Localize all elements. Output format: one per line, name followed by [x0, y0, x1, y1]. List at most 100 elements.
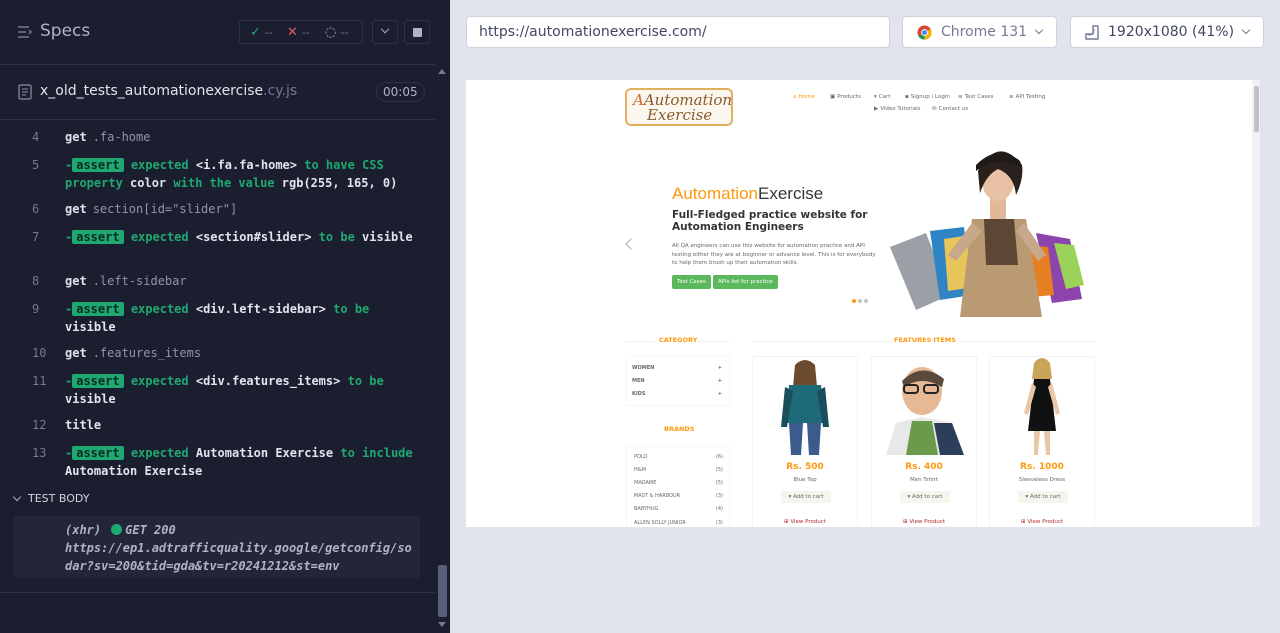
nav-signup-login[interactable]: ▪ Signup / Login — [905, 94, 950, 100]
assert-text: expected — [130, 158, 189, 172]
nav-test-cases[interactable]: ≡ Test Cases — [958, 94, 994, 100]
home-icon: ⌂ — [793, 94, 797, 100]
product-card: Rs. 1000 Sleeveless Dress ▾ Add to cart … — [989, 356, 1095, 527]
assert-value: color — [130, 176, 167, 190]
category-women[interactable]: WOMEN + — [632, 365, 722, 371]
spec-filename[interactable]: x_old_tests_automationexercise.cy.js — [40, 83, 297, 99]
chevron-down-icon — [1241, 25, 1251, 35]
specs-header: Specs ✓ -- ✕ -- ◌ -- — [0, 0, 435, 64]
add-to-cart-button[interactable]: ▾ Add to cart — [1018, 491, 1068, 503]
aut-scroll-thumb[interactable] — [1254, 86, 1259, 132]
aut-scrollbar[interactable] — [1252, 80, 1260, 527]
product-price: Rs. 400 — [905, 462, 943, 472]
ruler-icon — [1085, 25, 1099, 40]
assert-subject: <i.fa.fa-home> — [195, 158, 298, 172]
assert-value: visible — [65, 392, 116, 406]
assert-text: expected — [130, 446, 189, 460]
divider — [752, 341, 890, 342]
viewport-selector[interactable]: 1920x1080 (41%) — [1070, 16, 1264, 48]
browser-selector[interactable]: Chrome 131 — [902, 16, 1057, 48]
product-price: Rs. 1000 — [1020, 462, 1064, 472]
slider-prev-icon[interactable] — [625, 238, 637, 250]
xhr-label: (xhr) — [65, 523, 102, 537]
specs-title[interactable]: Specs — [40, 21, 90, 41]
options-dropdown-button[interactable] — [372, 20, 398, 44]
product-price: Rs. 500 — [786, 462, 824, 472]
aut-iframe[interactable]: AAutomation Exercise ⌂ Home ▣ Products ▾ Ca… — [466, 80, 1260, 527]
slider-indicator-active[interactable] — [852, 299, 856, 303]
xhr-url-cont: dar?sv=200&tid=gda&tv=r20241212&st=env — [65, 559, 340, 573]
nav-api-testing[interactable]: ≡ API Testing — [1009, 94, 1045, 100]
assert-subject: Automation Exercise — [195, 446, 334, 460]
spec-file-ext: .cy.js — [263, 83, 298, 99]
add-to-cart-button[interactable]: ▾ Add to cart — [900, 491, 950, 503]
specs-list-icon[interactable] — [17, 24, 33, 40]
nav-video-tutorials[interactable]: ▶ Video Tutorials — [874, 106, 920, 112]
brand-item[interactable]: H&M (5) — [634, 467, 723, 473]
slider-girl-image — [886, 135, 1096, 317]
youtube-icon: ▶ — [874, 106, 879, 112]
lock-icon: ▪ — [905, 94, 909, 100]
product-card: Rs. 500 Blue Top ▾ Add to cart ⊞ View Pr… — [752, 356, 858, 527]
assert-text: expected — [130, 374, 189, 388]
slider-heading: Full-Fledged practice website for Automa… — [672, 209, 868, 233]
viewport-label: 1920x1080 (41%) — [1108, 24, 1235, 40]
category-kids[interactable]: KIDS + — [632, 391, 722, 397]
test-body-header[interactable]: TEST BODY — [12, 492, 89, 505]
command-number: 6 — [32, 202, 40, 216]
passed-count: -- — [264, 26, 273, 39]
assert-text: with the value — [173, 176, 275, 190]
assert-text: to — [340, 446, 355, 460]
nav-products[interactable]: ▣ Products — [830, 94, 861, 100]
brand-item[interactable]: MADAME (5) — [634, 480, 723, 486]
chrome-icon — [917, 25, 932, 40]
command-number: 12 — [32, 418, 47, 432]
stop-button[interactable] — [404, 20, 430, 44]
test-cases-button[interactable]: Test Cases — [672, 275, 711, 289]
scroll-thumb[interactable] — [438, 565, 447, 617]
envelope-icon: ✉ — [932, 106, 937, 112]
apis-list-button[interactable]: APIs list for practice — [713, 275, 778, 289]
brand-item[interactable]: MAST & HARBOUR (3) — [634, 493, 723, 499]
status-dot-icon — [111, 524, 123, 535]
command-number: 13 — [32, 446, 47, 460]
nav-home[interactable]: ⌂ Home — [793, 94, 815, 100]
slider-indicator[interactable] — [864, 299, 868, 303]
site-logo[interactable]: AAutomation Exercise — [625, 88, 733, 126]
failed-stat: ✕ -- — [287, 25, 310, 40]
passed-stat: ✓ -- — [250, 25, 273, 40]
divider — [959, 341, 1095, 342]
command-log: 4 get .fa-home 5 - assert expected <i.fa.f… — [14, 125, 420, 486]
scroll-up-icon[interactable] — [438, 69, 446, 74]
add-to-cart-button[interactable]: ▾ Add to cart — [781, 491, 831, 503]
brand-item[interactable]: POLO (6) — [634, 454, 723, 460]
view-product-link[interactable]: ⊞ View Product — [990, 519, 1094, 525]
scroll-down-icon[interactable] — [438, 622, 446, 627]
plus-icon: + — [717, 365, 722, 371]
nav-cart[interactable]: ▾ Cart — [874, 94, 890, 100]
product-image — [753, 357, 857, 455]
view-product-link[interactable]: ⊞ View Product — [872, 519, 976, 525]
reporter-scrollbar[interactable] — [435, 64, 450, 633]
assert-badge: assert — [72, 446, 124, 460]
slider-indicator[interactable] — [858, 299, 862, 303]
brands-title: BRANDS — [664, 425, 695, 433]
aut-url-bar[interactable]: https://automationexercise.com/ — [466, 16, 890, 48]
assert-badge: assert — [72, 230, 124, 244]
command-name: get — [65, 130, 87, 144]
command-number: 10 — [32, 346, 47, 360]
view-product-link[interactable]: ⊞ View Product — [753, 519, 857, 525]
reporter-footer — [0, 592, 435, 633]
brand-item[interactable]: BABYHUG (4) — [634, 506, 723, 512]
assert-value: visible — [362, 230, 413, 244]
assert-value: visible — [65, 320, 116, 334]
command-number: 5 — [32, 158, 40, 172]
command-number: 7 — [32, 230, 40, 244]
category-men[interactable]: MEN + — [632, 378, 722, 384]
product-image — [990, 357, 1094, 455]
brand-item[interactable]: ALLEN SOLLY JUNIOR (3) — [634, 520, 723, 526]
command-number: 11 — [32, 374, 47, 388]
nav-contact-us[interactable]: ✉ Contact us — [932, 106, 968, 112]
document-icon — [18, 84, 32, 100]
xhr-log-entry[interactable]: (xhr) GET 200 https://ep1.adtrafficqualit… — [14, 516, 420, 578]
